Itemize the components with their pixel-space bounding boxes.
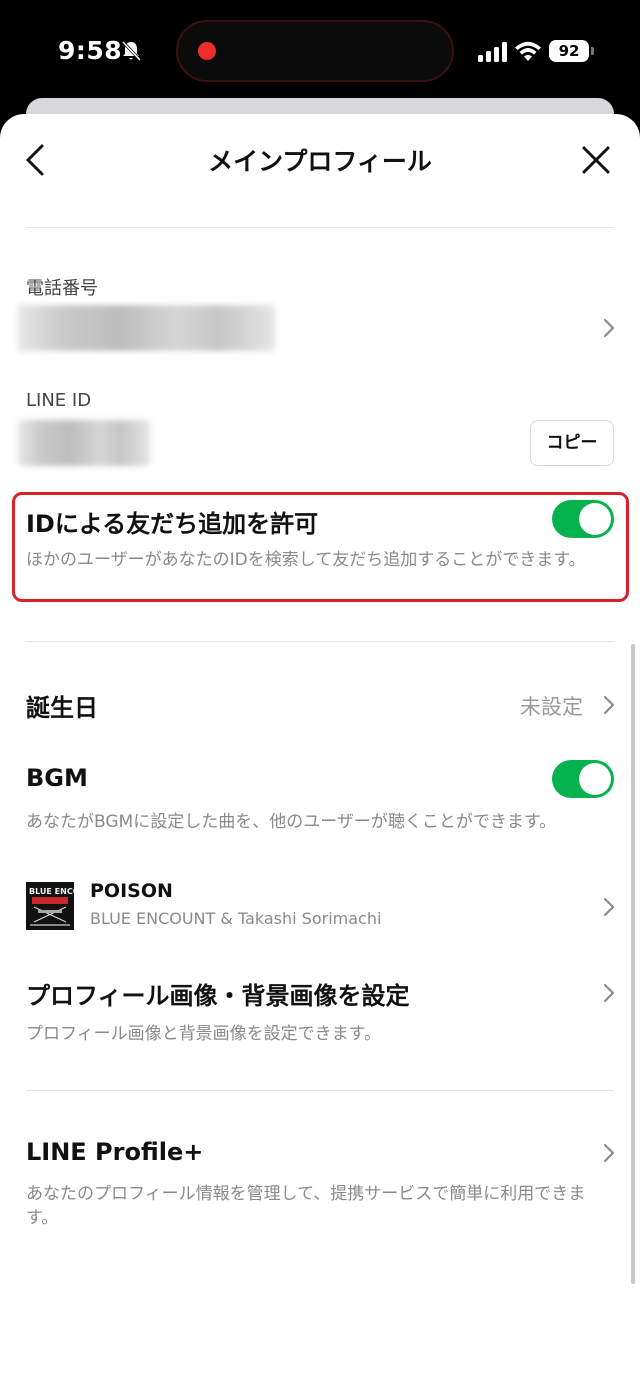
- scrollbar[interactable]: [631, 644, 635, 1284]
- cellular-signal-icon: [478, 42, 507, 62]
- profile-image-description: プロフィール画像と背景画像を設定できます。: [26, 1024, 381, 1044]
- allow-id-toggle[interactable]: [552, 500, 614, 538]
- profile-image-chevron-right-icon[interactable]: [602, 982, 616, 1004]
- battery-tip: [591, 47, 594, 55]
- profile-image-title[interactable]: プロフィール画像・背景画像を設定: [26, 976, 410, 1011]
- phone-chevron-right-icon[interactable]: [602, 317, 616, 339]
- album-art-image: BLUE ENCOUNT: [26, 882, 74, 930]
- status-bar: 9:58 92: [0, 0, 640, 110]
- song-chevron-right-icon[interactable]: [602, 896, 616, 918]
- profile-plus-description: あなたのプロフィール情報を管理して、提携サービスで簡単に利用できます。: [26, 1184, 586, 1228]
- wifi-icon: [515, 41, 541, 61]
- allow-id-title: IDによる友だち追加を許可: [26, 510, 319, 538]
- bgm-title: BGM: [26, 764, 88, 792]
- song-title[interactable]: POISON: [90, 880, 173, 902]
- birthday-label[interactable]: 誕生日: [26, 688, 98, 723]
- bgm-toggle[interactable]: [552, 760, 614, 798]
- line-id-redacted: [18, 420, 150, 466]
- section-divider: [26, 1090, 614, 1091]
- allow-id-description: ほかのユーザーがあなたのIDを検索して友だち追加することができます。: [26, 550, 586, 570]
- birthday-chevron-right-icon[interactable]: [602, 694, 616, 716]
- toggle-knob: [579, 763, 611, 795]
- silent-bell-icon: [121, 40, 142, 62]
- close-icon[interactable]: [580, 144, 612, 176]
- status-time: 9:58: [58, 36, 123, 65]
- phone-number-redacted[interactable]: [18, 305, 275, 351]
- dynamic-island: [176, 20, 454, 82]
- header: メインプロフィール: [0, 114, 640, 226]
- song-artist[interactable]: BLUE ENCOUNT & Takashi Sorimachi: [90, 909, 381, 928]
- header-divider: [26, 227, 614, 228]
- line-id-label: LINE ID: [26, 390, 92, 411]
- page-title: メインプロフィール: [208, 147, 432, 176]
- toggle-knob: [579, 503, 611, 535]
- recording-indicator-icon: [198, 42, 216, 60]
- section-divider: [26, 641, 614, 642]
- copy-button[interactable]: コピー: [530, 420, 614, 466]
- album-art-text: BLUE ENCOUNT: [29, 887, 74, 896]
- album-art: BLUE ENCOUNT: [26, 882, 74, 930]
- profile-plus-title[interactable]: LINE Profile+: [26, 1138, 203, 1166]
- bgm-description: あなたがBGMに設定した曲を、他のユーザーが聴くことができます。: [26, 812, 557, 832]
- phone-label: 電話番号: [26, 278, 98, 299]
- profile-sheet: メインプロフィール 電話番号 LINE ID コピー IDによる友だち追加を許可…: [0, 114, 640, 1391]
- profile-plus-chevron-right-icon[interactable]: [602, 1142, 616, 1164]
- battery-indicator: 92: [549, 40, 589, 62]
- birthday-value[interactable]: 未設定: [520, 691, 583, 721]
